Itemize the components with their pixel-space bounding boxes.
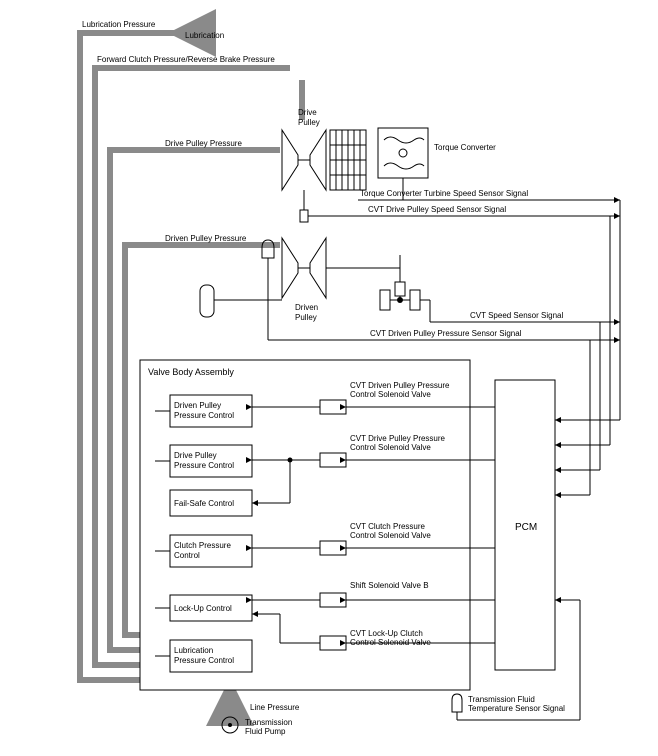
lubrication-label: Lubrication xyxy=(185,31,224,40)
cvt-driven-pressure-signal-label: CVT Driven Pulley Pressure Sensor Signal xyxy=(370,329,522,338)
drive-pulley-pressure-label: Drive Pulley Pressure xyxy=(165,139,242,148)
temp-sensor-icon xyxy=(452,694,462,712)
solenoid-0-icon xyxy=(320,400,346,414)
solenoid-2-icon xyxy=(320,541,346,555)
cvt-drive-pulley-signal-label: CVT Drive Pulley Speed Sensor Signal xyxy=(368,205,506,214)
driven-pulley-pressure-label: Driven Pulley Pressure xyxy=(165,234,247,243)
control-4-label: Lock-Up Control xyxy=(174,604,232,613)
solenoid-4-label: CVT Lock-Up ClutchControl Solenoid Valve xyxy=(350,629,431,647)
temp-sensor-label: Transmission FluidTemperature Sensor Sig… xyxy=(468,695,565,713)
valve-body-title: Valve Body Assembly xyxy=(148,367,234,377)
pump-dot xyxy=(228,723,232,727)
control-2-label: Fail-Safe Control xyxy=(174,499,234,508)
drive-pulley-sensor-icon xyxy=(300,210,308,222)
differential-icon xyxy=(380,255,420,310)
torque-converter-icon xyxy=(378,128,428,178)
pcm-label: PCM xyxy=(515,522,537,533)
solenoid-2-label: CVT Clutch PressureControl Solenoid Valv… xyxy=(350,522,431,540)
solenoid-3-icon xyxy=(320,593,346,607)
gear-cluster-icon xyxy=(330,130,366,190)
solenoid-1-icon xyxy=(320,453,346,467)
drive-pulley-label: DrivePulley xyxy=(298,108,320,127)
solenoid-3-label: Shift Solenoid Valve B xyxy=(350,581,429,590)
cvt-speed-signal-label: CVT Speed Sensor Signal xyxy=(470,311,563,320)
wheel-icon xyxy=(200,285,282,317)
drive-pulley-icon xyxy=(282,130,326,190)
tc-signal-label: Torque Converter Turbine Speed Sensor Si… xyxy=(360,189,528,198)
torque-converter-label: Torque Converter xyxy=(434,143,496,152)
forward-clutch-pressure-label: Forward Clutch Pressure/Reverse Brake Pr… xyxy=(97,55,275,64)
solenoid-4-icon xyxy=(320,636,346,650)
lubrication-pressure-label: Lubrication Pressure xyxy=(82,20,156,29)
pump-label: TransmissionFluid Pump xyxy=(245,718,292,736)
driven-pulley-icon xyxy=(282,238,326,298)
driven-pulley-label: DrivenPulley xyxy=(295,303,318,322)
line-pressure-label: Line Pressure xyxy=(250,703,300,712)
